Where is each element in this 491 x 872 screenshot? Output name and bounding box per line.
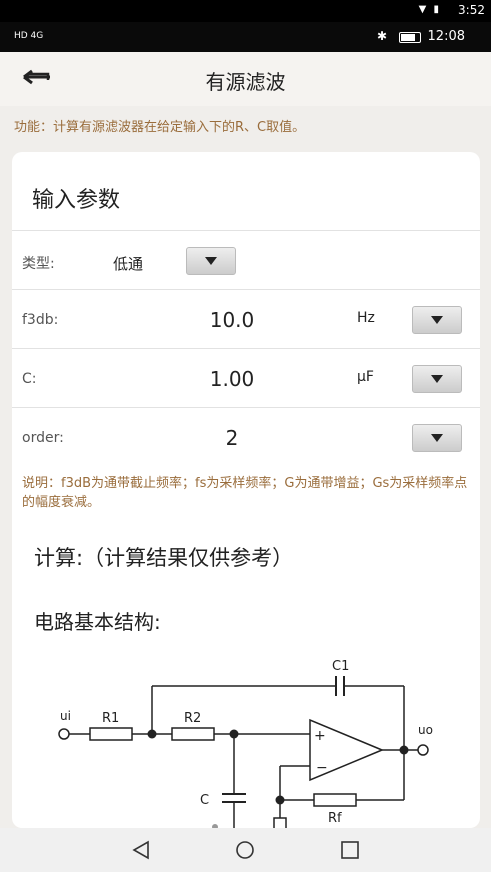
- nav-recents-icon[interactable]: [338, 840, 362, 860]
- r2-label: R2: [184, 711, 201, 726]
- order-label: order:: [22, 430, 64, 446]
- navigation-bar: [0, 828, 491, 872]
- ui-label: ui: [60, 709, 71, 723]
- note-text: 说明：f3dB为通带截止频率；fs为采样频率；G为通带增益；Gs为采样频率点的幅…: [22, 476, 468, 510]
- structure-title: 电路基本结构:: [34, 610, 161, 634]
- uo-terminal: [417, 744, 429, 756]
- r-resistor: [273, 817, 287, 828]
- system-time: 3:52: [458, 3, 485, 17]
- type-dropdown[interactable]: [186, 247, 236, 275]
- network-indicator: HD 4G: [14, 31, 44, 41]
- rf-label: Rf: [328, 811, 342, 826]
- order-value[interactable]: 2: [182, 426, 282, 450]
- c1-label: C1: [332, 659, 349, 674]
- app-header: 有源滤波: [0, 52, 491, 106]
- nav-home-icon[interactable]: [233, 840, 257, 860]
- c-unit-dropdown[interactable]: [412, 365, 462, 393]
- rf-resistor: [313, 793, 357, 807]
- status-bar: HD 4G ✱ 12:08: [0, 22, 491, 52]
- c-label: C: [200, 793, 209, 808]
- calc-title: 计算:（计算结果仅供参考）: [34, 546, 294, 570]
- input-section-title: 输入参数: [32, 188, 121, 213]
- ui-terminal: [58, 728, 70, 740]
- opamp-minus: −: [316, 760, 328, 776]
- r1-resistor: [89, 727, 133, 741]
- row-f3db: f3db: 10.0 Hz: [12, 289, 480, 348]
- type-value: 低通: [112, 255, 143, 273]
- r1-label: R1: [102, 711, 119, 726]
- status-clock: 12:08: [427, 29, 465, 44]
- row-order: order: 2: [12, 407, 480, 468]
- input-card: 输入参数 类型: 低通 f3db: 10.0 Hz C: 1.00 µF ord…: [12, 152, 480, 828]
- order-dropdown[interactable]: [412, 424, 462, 452]
- system-status-bar: ▼ ▮ 3:52: [0, 0, 491, 22]
- f3db-unit-dropdown[interactable]: [412, 306, 462, 334]
- row-type: 类型: 低通: [12, 230, 480, 289]
- circuit-diagram: ui R1 R2 C1 C + − uo Rf: [58, 659, 433, 828]
- bluetooth-icon: ✱: [376, 29, 387, 43]
- f3db-label: f3db:: [22, 312, 59, 328]
- page-title: 有源滤波: [205, 70, 286, 94]
- c-input[interactable]: 1.00: [182, 367, 282, 391]
- nav-back-icon[interactable]: [130, 840, 154, 860]
- battery-icon: [399, 32, 421, 43]
- row-c: C: 1.00 µF: [12, 348, 480, 407]
- f3db-unit: Hz: [357, 310, 375, 326]
- opamp-plus: +: [314, 728, 326, 744]
- c-unit: µF: [357, 369, 374, 385]
- function-description: 功能：计算有源滤波器在给定输入下的R、C取值。: [14, 120, 306, 135]
- r2-resistor: [171, 727, 215, 741]
- wifi-battery-icons: ▼ ▮: [418, 4, 441, 15]
- f3db-input[interactable]: 10.0: [182, 308, 282, 332]
- type-label: 类型:: [22, 256, 55, 272]
- c-label: C:: [22, 371, 37, 387]
- uo-label: uo: [418, 723, 433, 737]
